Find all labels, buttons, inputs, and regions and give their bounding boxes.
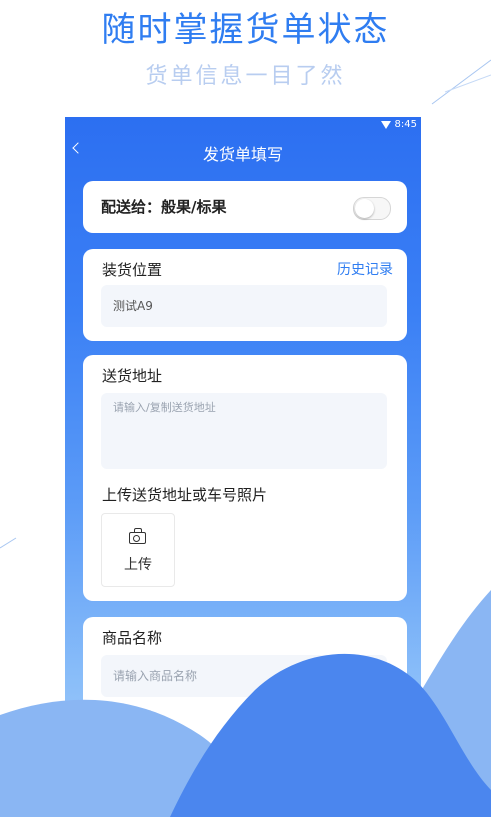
upload-button-label: 上传 — [124, 557, 152, 573]
delivery-toggle[interactable] — [353, 197, 391, 220]
address-label: 送货地址 — [102, 367, 163, 385]
wifi-icon — [380, 120, 391, 129]
status-time: 8:45 — [394, 119, 417, 130]
status-bar: 8:45 — [380, 119, 417, 130]
product-card: 商品名称 请输入商品名称 品规格 — [83, 617, 407, 817]
product-name-input[interactable]: 请输入商品名称 — [101, 655, 387, 697]
hero-title: 随时掌握货单状态 — [101, 10, 390, 50]
phone-screen: 8:45 发货单填写 配送给：般果/标果 装货位置 历史记录 测试A9 送货地址… — [65, 117, 421, 817]
upload-button[interactable]: 上传 — [101, 513, 175, 587]
product-name-label: 商品名称 — [102, 629, 163, 647]
delivery-card: 配送给：般果/标果 — [83, 181, 407, 233]
address-card: 送货地址 请输入/复制送货地址 上传送货地址或车号照片 上传 — [83, 355, 407, 601]
upload-photo-label: 上传送货地址或车号照片 — [102, 486, 268, 504]
loading-location-field[interactable]: 测试A9 — [101, 285, 387, 327]
address-textarea[interactable]: 请输入/复制送货地址 — [101, 393, 387, 469]
page-title: 发货单填写 — [202, 145, 283, 164]
navbar: 发货单填写 — [65, 135, 421, 167]
hero-subtitle: 货单信息一目了然 — [145, 64, 346, 89]
product-spec-label: 品规格 — [111, 709, 157, 727]
loading-location-card: 装货位置 历史记录 测试A9 — [83, 249, 407, 341]
loading-location-label: 装货位置 — [102, 261, 163, 279]
history-record-link[interactable]: 历史记录 — [337, 259, 393, 279]
delivery-label: 配送给：般果/标果 — [101, 198, 227, 216]
camera-icon — [129, 528, 146, 544]
toggle-knob — [355, 199, 374, 218]
